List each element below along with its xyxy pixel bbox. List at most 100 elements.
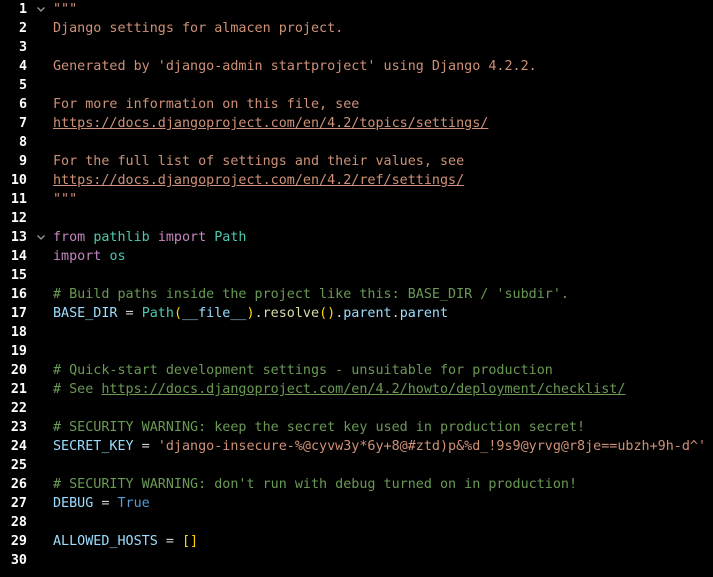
code-line[interactable]: 24 SECRET_KEY = 'django-insecure-%@cyvw3y… bbox=[0, 437, 713, 456]
variable: parent bbox=[343, 306, 392, 321]
code-line[interactable]: 27 DEBUG = True bbox=[0, 494, 713, 513]
code-text: """ bbox=[53, 0, 77, 19]
function-name: resolve bbox=[262, 306, 320, 321]
string-literal: Generated by 'django-admin startproject'… bbox=[53, 59, 537, 74]
code-line[interactable]: 15 bbox=[0, 266, 713, 285]
bracket: ) bbox=[246, 306, 255, 321]
code-text: ALLOWED_HOSTS = [] bbox=[53, 532, 198, 551]
line-number: 19 bbox=[10, 344, 27, 359]
code-line[interactable]: 7 https://docs.djangoproject.com/en/4.2/t… bbox=[0, 114, 713, 133]
line-number: 20 bbox=[10, 363, 27, 378]
operator: = bbox=[157, 534, 182, 549]
code-text: DEBUG = True bbox=[53, 494, 150, 513]
line-number: 14 bbox=[10, 249, 27, 264]
code-text: # SECURITY WARNING: don't run with debug… bbox=[53, 475, 577, 494]
line-number: 4 bbox=[18, 59, 27, 74]
code-line[interactable]: 30 bbox=[0, 551, 713, 570]
comment: # SECURITY WARNING: don't run with debug… bbox=[53, 477, 578, 492]
line-number: 7 bbox=[18, 116, 27, 131]
line-number: 22 bbox=[10, 401, 27, 416]
code-text: # Build paths inside the project like th… bbox=[53, 285, 569, 304]
operator: = bbox=[117, 306, 142, 321]
line-number: 17 bbox=[10, 306, 27, 321]
chevron-down-icon[interactable] bbox=[34, 0, 48, 19]
code-line[interactable]: 25 bbox=[0, 456, 713, 475]
chevron-down-icon[interactable] bbox=[34, 228, 48, 247]
line-number: 15 bbox=[10, 268, 27, 283]
code-text: https://docs.djangoproject.com/en/4.2/re… bbox=[53, 171, 464, 190]
code-line[interactable]: 9 For the full list of settings and their… bbox=[0, 152, 713, 171]
code-line[interactable]: 5 bbox=[0, 76, 713, 95]
variable: ALLOWED_HOSTS bbox=[53, 534, 158, 549]
code-line[interactable]: 21 # See https://docs.djangoproject.com/e… bbox=[0, 380, 713, 399]
keyword: import bbox=[157, 230, 207, 245]
code-text: # See https://docs.djangoproject.com/en/… bbox=[53, 380, 625, 399]
code-lines: 1 """ 2 Django settings for almacen project… bbox=[0, 0, 713, 570]
code-editor[interactable]: 1 """ 2 Django settings for almacen project… bbox=[0, 0, 713, 577]
code-line[interactable]: 28 bbox=[0, 513, 713, 532]
string-literal: For more information on this file, see bbox=[53, 97, 360, 112]
line-number: 10 bbox=[10, 173, 27, 188]
operator: . bbox=[254, 306, 263, 321]
identifier: pathlib bbox=[93, 230, 150, 245]
line-number: 13 bbox=[10, 230, 27, 245]
code-line[interactable]: 4 Generated by 'django-admin startproject… bbox=[0, 57, 713, 76]
code-text: # SECURITY WARNING: keep the secret key … bbox=[53, 418, 585, 437]
line-number: 9 bbox=[18, 154, 27, 169]
code-line[interactable]: 22 bbox=[0, 399, 713, 418]
code-text: """ bbox=[53, 190, 77, 209]
code-line[interactable]: 23 # SECURITY WARNING: keep the secret ke… bbox=[0, 418, 713, 437]
bracket: ( bbox=[173, 306, 182, 321]
code-line[interactable]: 1 """ bbox=[0, 0, 713, 19]
code-line[interactable]: 14 import os bbox=[0, 247, 713, 266]
comment: # SECURITY WARNING: keep the secret key … bbox=[53, 420, 586, 435]
code-line[interactable]: 11 """ bbox=[0, 190, 713, 209]
identifier: os bbox=[109, 249, 126, 264]
line-number: 5 bbox=[18, 78, 27, 93]
code-line[interactable]: 8 bbox=[0, 133, 713, 152]
code-line[interactable]: 20 # Quick-start development settings - u… bbox=[0, 361, 713, 380]
code-line[interactable]: 19 bbox=[0, 342, 713, 361]
line-number: 1 bbox=[18, 2, 27, 17]
code-line[interactable]: 17 BASE_DIR = Path(__file__).resolve().pa… bbox=[0, 304, 713, 323]
comment: # Quick-start development settings - uns… bbox=[53, 363, 553, 378]
line-number: 2 bbox=[18, 21, 27, 36]
line-number: 3 bbox=[18, 40, 27, 55]
operator: . bbox=[391, 306, 400, 321]
line-number: 8 bbox=[18, 135, 27, 150]
code-line[interactable]: 3 bbox=[0, 38, 713, 57]
line-number: 24 bbox=[10, 439, 27, 454]
operator: = bbox=[93, 496, 118, 511]
line-number: 30 bbox=[10, 553, 27, 568]
code-line[interactable]: 2 Django settings for almacen project. bbox=[0, 19, 713, 38]
comment-link[interactable]: https://docs.djangoproject.com/en/4.2/ho… bbox=[101, 382, 625, 397]
variable: BASE_DIR bbox=[53, 306, 118, 321]
docstring-link[interactable]: https://docs.djangoproject.com/en/4.2/re… bbox=[53, 173, 464, 188]
line-number: 21 bbox=[10, 382, 27, 397]
line-number: 25 bbox=[10, 458, 27, 473]
code-line[interactable]: 10 https://docs.djangoproject.com/en/4.2/… bbox=[0, 171, 713, 190]
code-line[interactable]: 12 bbox=[0, 209, 713, 228]
line-number: 28 bbox=[10, 515, 27, 530]
code-text: # Quick-start development settings - uns… bbox=[53, 361, 553, 380]
code-line[interactable]: 29 ALLOWED_HOSTS = [] bbox=[0, 532, 713, 551]
code-line[interactable]: 18 bbox=[0, 323, 713, 342]
line-number: 11 bbox=[10, 192, 27, 207]
code-text: https://docs.djangoproject.com/en/4.2/to… bbox=[53, 114, 488, 133]
line-number: 6 bbox=[18, 97, 27, 112]
code-text: SECRET_KEY = 'django-insecure-%@cyvw3y*6… bbox=[53, 437, 706, 456]
string-literal: For the full list of settings and their … bbox=[53, 154, 465, 169]
bracket: () bbox=[319, 306, 336, 321]
constant: True bbox=[117, 496, 150, 511]
line-number: 26 bbox=[10, 477, 27, 492]
docstring-link[interactable]: https://docs.djangoproject.com/en/4.2/to… bbox=[53, 116, 488, 131]
string-literal: """ bbox=[53, 2, 78, 17]
code-line[interactable]: 26 # SECURITY WARNING: don't run with deb… bbox=[0, 475, 713, 494]
variable: __file__ bbox=[182, 306, 247, 321]
code-line[interactable]: 13 from pathlib import Path bbox=[0, 228, 713, 247]
variable: SECRET_KEY bbox=[53, 439, 134, 454]
code-line[interactable]: 16 # Build paths inside the project like … bbox=[0, 285, 713, 304]
string-literal: """ bbox=[53, 192, 78, 207]
code-line[interactable]: 6 For more information on this file, see bbox=[0, 95, 713, 114]
